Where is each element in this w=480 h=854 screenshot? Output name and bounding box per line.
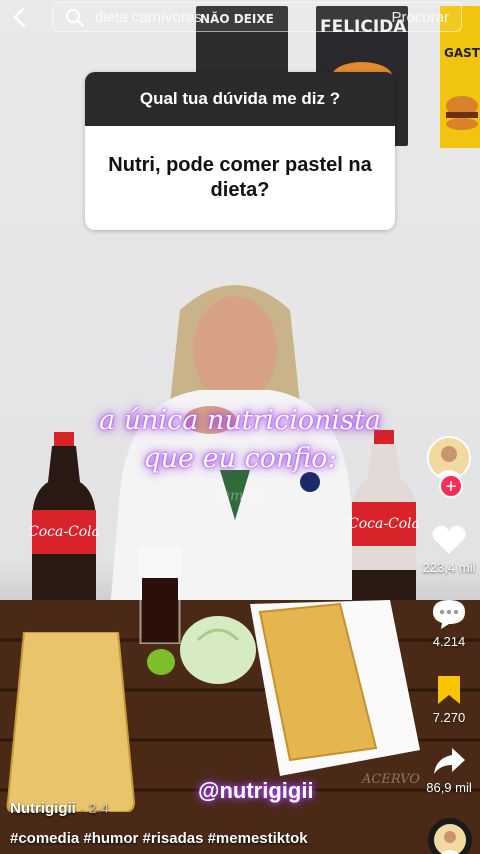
- author-line[interactable]: Nutrigigii · 2-4: [10, 800, 109, 817]
- save-count: 7.270: [432, 710, 466, 725]
- top-search-bar: dieta carnívoras Procurar: [0, 0, 480, 34]
- heart-icon: [432, 525, 466, 554]
- pastel-right: [250, 600, 420, 776]
- like-button[interactable]: 223,4 mil: [418, 524, 480, 575]
- overlay-handle: @nutrigigii: [198, 778, 314, 803]
- caption-line: a única nutricionista: [99, 405, 381, 436]
- hashtags[interactable]: #comedia #humor #risadas #memestiktok: [10, 830, 308, 847]
- bottle-label: Coca-Cola: [30, 524, 98, 540]
- share-arrow-icon: [434, 748, 465, 774]
- bottle-label: Coca-Cola: [350, 516, 418, 532]
- search-input[interactable]: dieta carnívoras Procurar: [52, 2, 462, 32]
- pastel-left: [6, 632, 136, 812]
- music-disc-avatar: [434, 824, 466, 854]
- cabbage: [180, 616, 256, 684]
- save-button[interactable]: 7.270: [418, 674, 480, 725]
- bookmark-icon: [438, 676, 460, 704]
- poster-text: GAST: [444, 46, 480, 60]
- watermark: @mmes: [216, 488, 273, 504]
- music-disc[interactable]: [428, 818, 472, 854]
- share-count: 86,9 mil: [426, 780, 472, 795]
- author-name[interactable]: Nutrigigii: [10, 800, 76, 817]
- search-query: dieta carnívoras: [95, 9, 202, 26]
- comment-button[interactable]: 4.214: [418, 598, 480, 649]
- comment-count: 4.214: [432, 634, 466, 649]
- post-date: · 2-4: [80, 800, 109, 816]
- glass-of-soda: [139, 548, 181, 644]
- like-count: 223,4 mil: [422, 560, 476, 575]
- caption-line: que eu confio:: [143, 443, 337, 474]
- video-stage[interactable]: NÃO DEIXE FELICIDADE GAST Coca-Cola: [0, 0, 480, 854]
- search-icon: [66, 9, 85, 28]
- burger-illustration: [446, 96, 478, 130]
- follow-plus-button[interactable]: +: [439, 474, 463, 498]
- back-arrow-icon[interactable]: [8, 4, 34, 30]
- video-caption: a única nutricionista que eu confio:: [60, 402, 420, 478]
- search-button[interactable]: Procurar: [391, 9, 449, 26]
- question-card: Qual tua dúvida me diz ? Nutri, pode com…: [85, 72, 395, 230]
- watermark: ACERVO: [362, 772, 420, 787]
- share-button[interactable]: 86,9 mil: [418, 746, 480, 795]
- question-header: Qual tua dúvida me diz ?: [85, 72, 395, 126]
- lime: [147, 649, 175, 675]
- comment-bubble-icon: [433, 600, 465, 629]
- question-text: Nutri, pode comer pastel na dieta?: [85, 126, 395, 230]
- avatar-image: [429, 438, 469, 478]
